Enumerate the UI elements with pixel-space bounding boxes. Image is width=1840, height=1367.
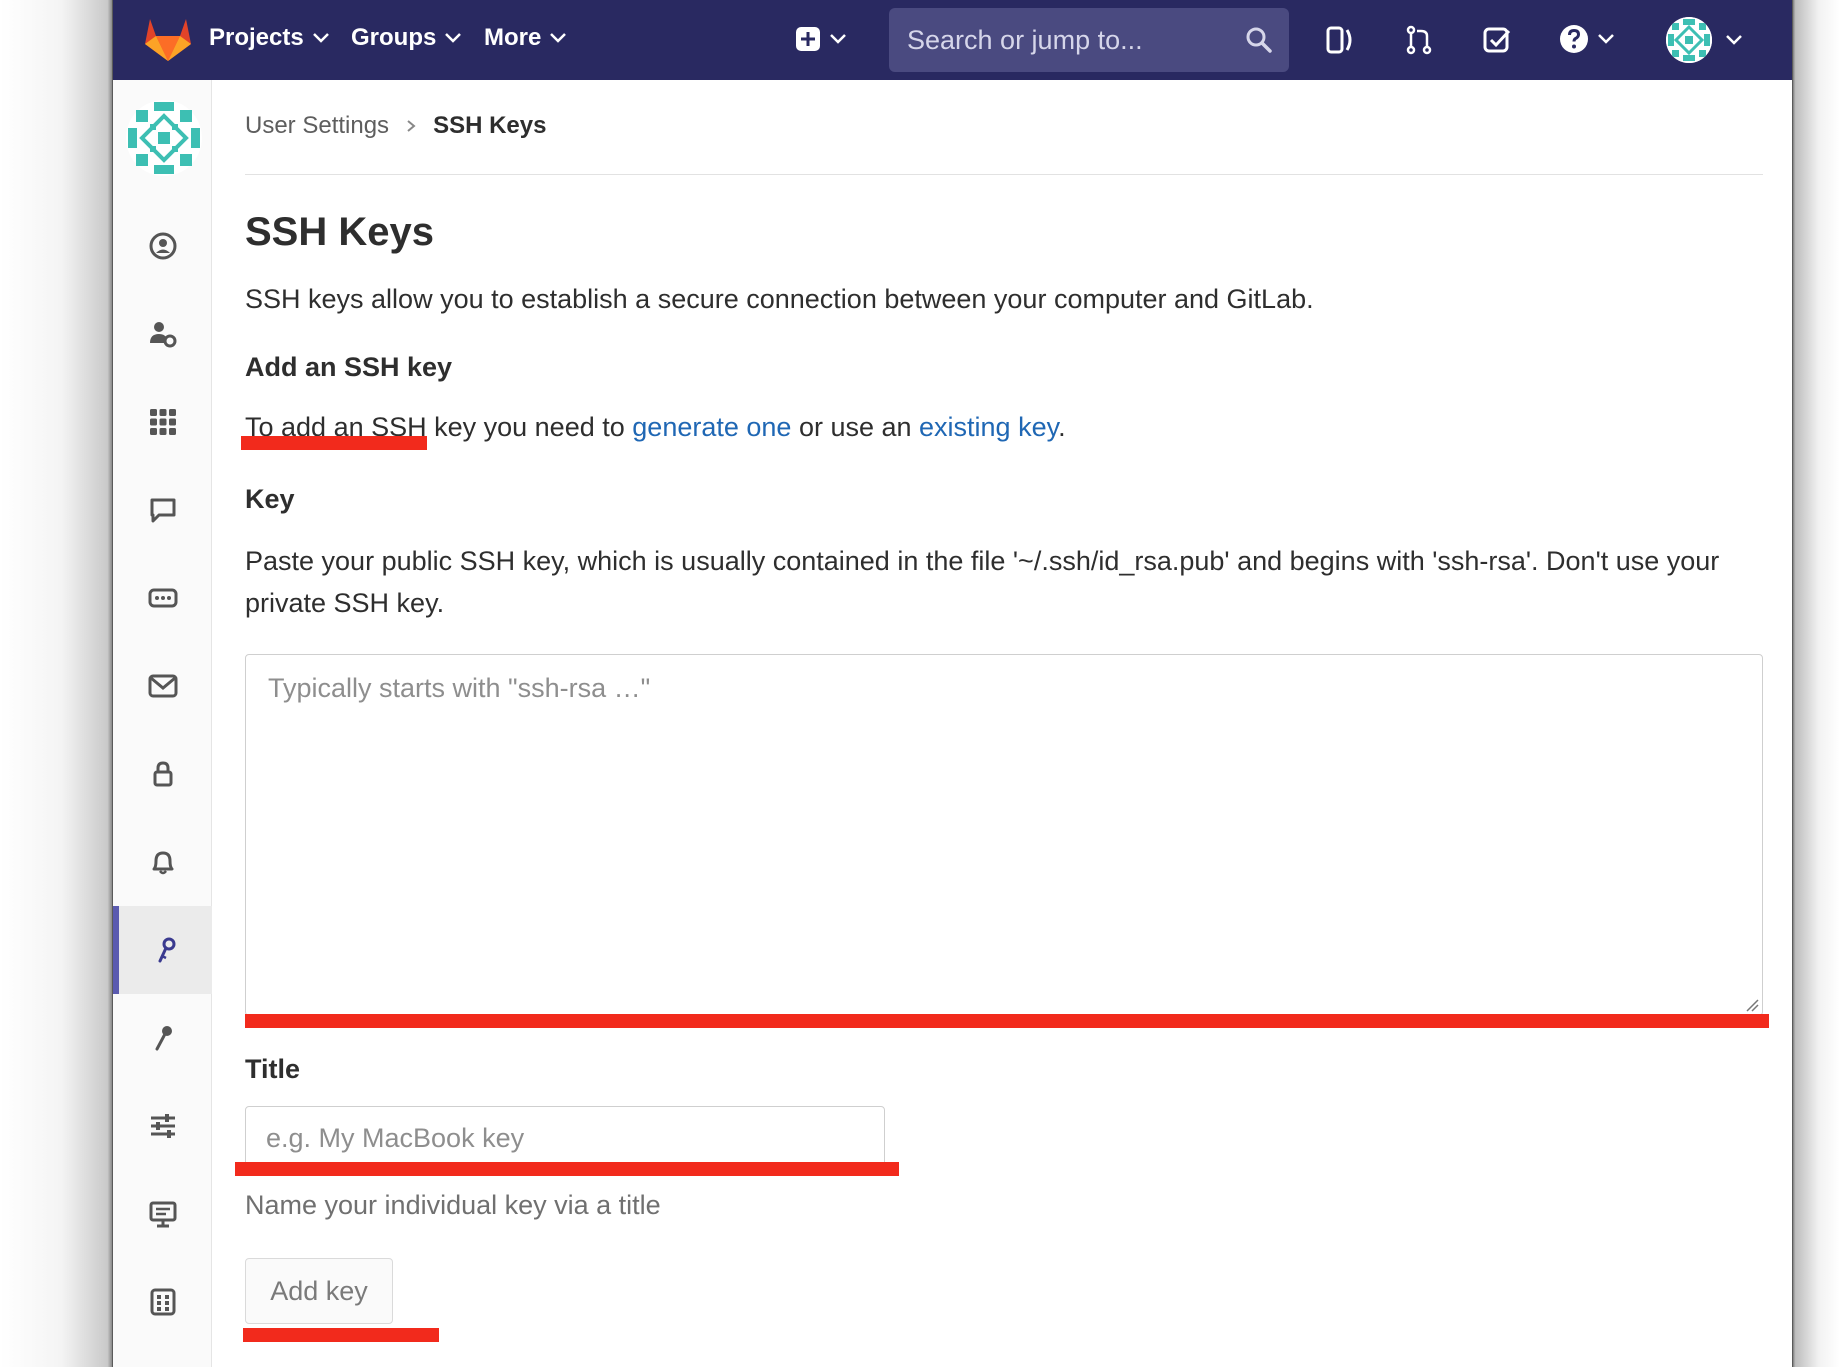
existing-key-link[interactable]: existing key: [919, 412, 1058, 442]
sidebar-item-access-tokens[interactable]: [113, 554, 212, 642]
nav-projects-label: Projects: [209, 24, 304, 51]
add-key-button[interactable]: Add key: [245, 1258, 393, 1324]
user-avatar-large[interactable]: [126, 100, 202, 176]
breadcrumb-user-settings[interactable]: User Settings: [245, 112, 389, 140]
sidebar-item-account[interactable]: [113, 290, 212, 378]
add-text-end: .: [1058, 412, 1066, 442]
page-intro: SSH keys allow you to establish a secure…: [245, 284, 1314, 314]
key-help-text: Paste your public SSH key, which is usua…: [245, 546, 1720, 618]
nav-more[interactable]: More: [484, 24, 567, 52]
annotation-underline-key: [245, 1014, 1769, 1028]
gpg-keys-icon: [155, 1026, 172, 1051]
page-title: SSH Keys: [245, 210, 434, 254]
chevron-down-icon[interactable]: [1725, 34, 1743, 46]
sidebar-item-gpg-keys[interactable]: [113, 994, 212, 1082]
profile-icon: [149, 232, 176, 260]
plus-square-icon: [796, 27, 820, 51]
new-item-dropdown[interactable]: [795, 26, 847, 52]
merge-requests-icon[interactable]: [1403, 24, 1435, 56]
background-right: [1793, 0, 1840, 1367]
chevron-down-icon: [550, 33, 567, 43]
account-icon: [149, 322, 176, 348]
sidebar-item-password[interactable]: [113, 730, 212, 818]
sidebar-item-audit-log[interactable]: [113, 1258, 212, 1346]
avatar-pattern-icon: [1666, 17, 1712, 63]
applications-icon: [149, 409, 176, 435]
notifications-icon: [152, 851, 173, 875]
access-tokens-icon: [148, 588, 177, 608]
sidebar-item-active-sessions[interactable]: [113, 1170, 212, 1258]
chevron-right-icon: [407, 120, 416, 132]
sidebar-item-ssh-keys[interactable]: [113, 906, 212, 994]
background-left: [0, 0, 112, 1367]
breadcrumb: User Settings SSH Keys: [245, 112, 546, 140]
title-input[interactable]: [245, 1106, 885, 1170]
audit-log-icon: [150, 1288, 175, 1316]
chat-icon: [150, 498, 175, 523]
chevron-down-icon: [830, 34, 846, 44]
settings-sidebar: [113, 80, 212, 1367]
browser-window: Projects Groups More Search or jump to..…: [112, 0, 1793, 1367]
annotation-underline-title: [235, 1162, 899, 1176]
gitlab-logo-icon[interactable]: [143, 16, 193, 62]
nav-projects[interactable]: Projects: [209, 24, 330, 52]
add-text-middle: or use an: [798, 412, 912, 442]
generate-one-link[interactable]: generate one: [632, 412, 791, 442]
nav-more-label: More: [484, 24, 542, 51]
search-placeholder: Search or jump to...: [907, 24, 1143, 55]
help-dropdown[interactable]: [1559, 24, 1615, 54]
add-ssh-key-heading: Add an SSH key: [245, 352, 453, 382]
breadcrumb-ssh-keys[interactable]: SSH Keys: [433, 112, 546, 140]
nav-groups[interactable]: Groups: [351, 24, 462, 52]
chevron-down-icon: [312, 33, 329, 43]
key-textarea[interactable]: [245, 654, 1763, 1016]
title-label: Title: [245, 1054, 301, 1084]
search-input[interactable]: Search or jump to...: [889, 8, 1289, 72]
top-navbar: Projects Groups More Search or jump to..…: [113, 0, 1792, 80]
divider: [245, 174, 1763, 175]
ssh-keys-icon: [158, 937, 175, 963]
sidebar-item-applications[interactable]: [113, 378, 212, 466]
sidebar-item-preferences[interactable]: [113, 1082, 212, 1170]
annotation-underline-generate: [241, 436, 427, 450]
title-help-text: Name your individual key via a title: [245, 1190, 661, 1220]
password-icon: [153, 761, 172, 787]
nav-groups-label: Groups: [351, 24, 437, 51]
sidebar-item-emails[interactable]: [113, 642, 212, 730]
sidebar-item-profile[interactable]: [113, 202, 212, 290]
preferences-icon: [150, 1114, 175, 1138]
active-sessions-icon: [149, 1201, 176, 1228]
chevron-down-icon: [445, 33, 462, 43]
key-label: Key: [245, 484, 295, 514]
sidebar-item-notifications[interactable]: [113, 818, 212, 906]
emails-icon: [148, 674, 177, 698]
sidebar-item-chat[interactable]: [113, 466, 212, 554]
annotation-underline-add-key: [243, 1328, 439, 1342]
todos-icon[interactable]: [1481, 24, 1513, 56]
resize-handle-icon[interactable]: [1745, 998, 1759, 1012]
help-icon: [1560, 25, 1588, 53]
issues-icon[interactable]: [1325, 24, 1357, 56]
search-icon: [1246, 27, 1272, 53]
user-avatar[interactable]: [1666, 17, 1712, 63]
chevron-down-icon: [1598, 34, 1614, 44]
